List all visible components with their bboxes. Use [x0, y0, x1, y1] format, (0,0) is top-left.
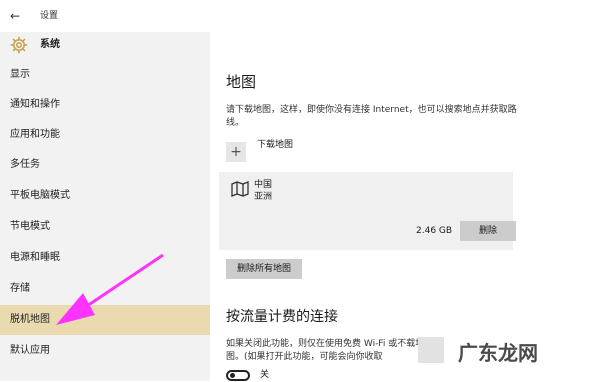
blurred-region: [418, 337, 444, 363]
title-bar: ← 设置: [0, 0, 593, 32]
sidebar-item-display[interactable]: 显示: [0, 60, 210, 90]
toggle-knob: [230, 373, 235, 378]
sidebar-item-multitasking[interactable]: 多任务: [0, 150, 210, 180]
map-icon: [231, 181, 249, 197]
map-size: 2.46 GB: [416, 226, 453, 236]
sidebar-item-notifications[interactable]: 通知和操作: [0, 90, 210, 120]
sidebar-item-tablet-mode[interactable]: 平板电脑模式: [0, 181, 210, 211]
metered-connections-heading: 按流量计费的连接: [226, 309, 338, 325]
add-map-button[interactable]: +: [226, 142, 246, 162]
sidebar-item-battery-saver[interactable]: 节电模式: [0, 212, 210, 242]
delete-map-button[interactable]: 删除: [460, 221, 516, 241]
sidebar-item-apps-features[interactable]: 应用和功能: [0, 120, 210, 150]
watermark: 广东龙网: [458, 341, 538, 365]
delete-all-maps-button[interactable]: 删除所有地图: [226, 259, 302, 279]
section-title: 系统: [40, 39, 60, 50]
toggle-state-label: 关: [260, 370, 270, 380]
sidebar-item-power-sleep[interactable]: 电源和睡眠: [0, 243, 210, 273]
back-arrow-icon[interactable]: ←: [10, 8, 20, 24]
metered-description: 如果关闭此功能，则仅在使用免费 Wi-Fi 或不载地图。(如果打开此功能，可能会…: [226, 339, 425, 362]
map-region: 亚洲: [254, 192, 273, 202]
page-title: 地图: [226, 73, 257, 91]
sidebar-item-default-apps[interactable]: 默认应用: [0, 336, 210, 366]
sidebar: 显示 通知和操作 应用和功能 多任务 平板电脑模式 节电模式 电源和睡眠 存储 …: [0, 58, 210, 381]
window-title: 设置: [40, 11, 59, 21]
map-list-item[interactable]: 中国 亚洲 2.46 GB 删除: [219, 172, 516, 250]
sidebar-item-offline-maps[interactable]: 脱机地图: [0, 305, 210, 335]
map-name: 中国: [254, 180, 273, 190]
main-content: 地图 请下载地图，这样，即使你没有连接 Internet，也可以搜索地点并获取路…: [210, 32, 593, 381]
section-header: 系统: [0, 32, 210, 58]
gear-icon: [10, 36, 28, 54]
download-maps-label[interactable]: 下载地图: [257, 139, 293, 152]
maps-description: 请下载地图，这样，即使你没有连接 Internet，也可以搜索地点并获取路线。: [226, 105, 517, 128]
metered-toggle[interactable]: [226, 370, 250, 381]
sidebar-item-storage[interactable]: 存储: [0, 274, 210, 304]
